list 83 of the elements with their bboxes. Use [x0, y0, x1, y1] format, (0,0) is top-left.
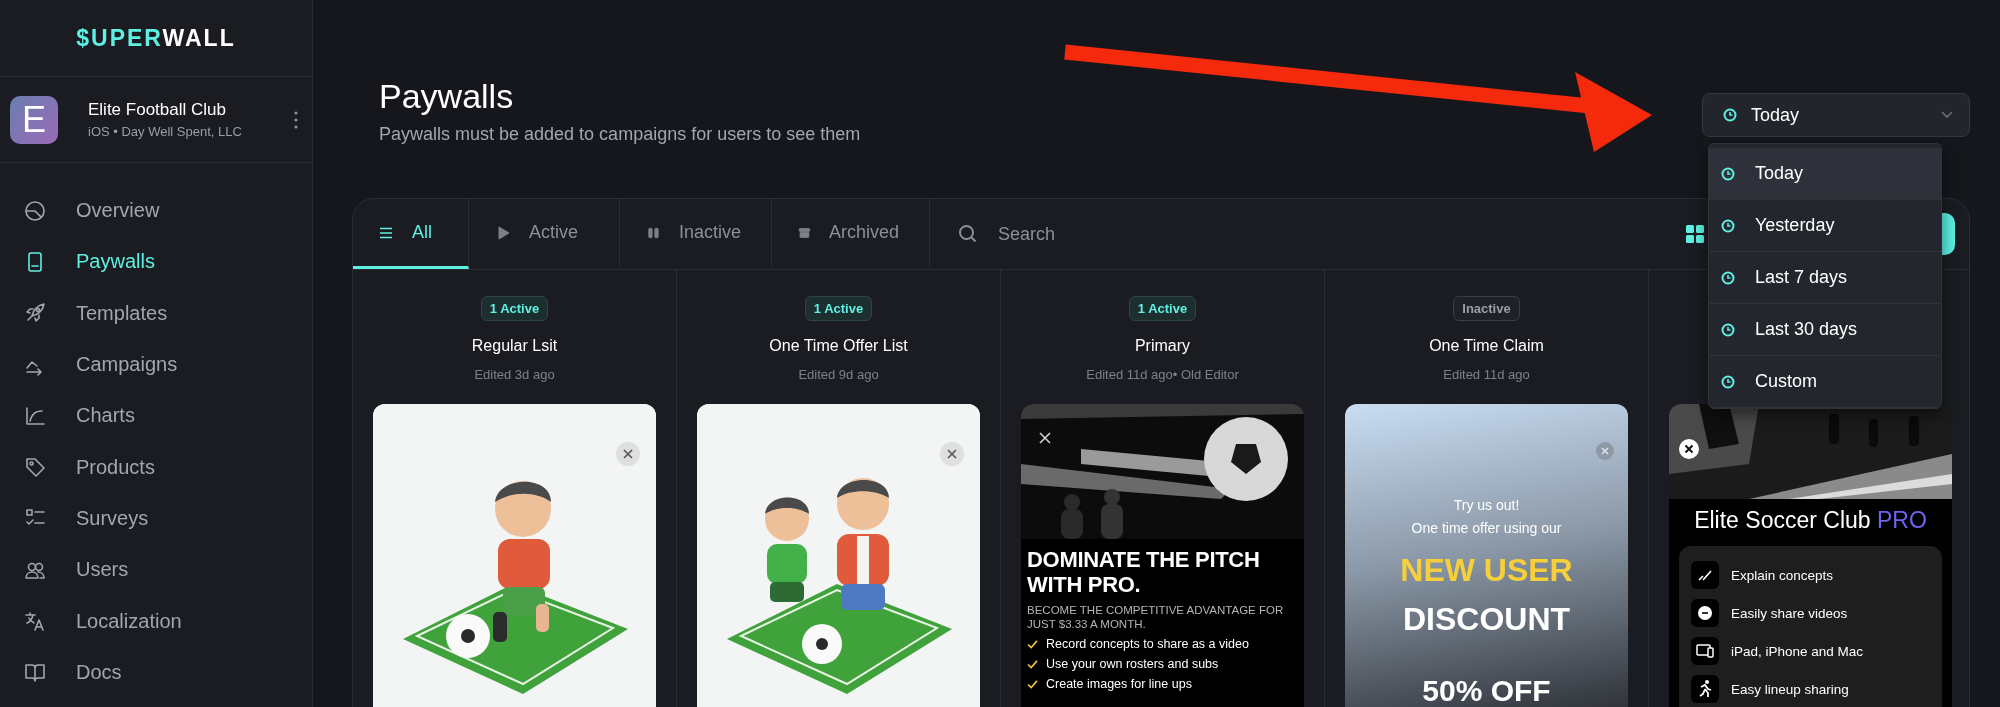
clock-icon: [1721, 322, 1735, 337]
paywall-preview[interactable]: Try us out! One time offer using our NEW USER DISCOUNT 50% OFF: [1345, 404, 1628, 707]
paywall-name[interactable]: Regular Lsit: [471, 337, 558, 355]
paywall-name[interactable]: Primary: [1134, 337, 1191, 355]
status-badge: 1 Active: [480, 296, 549, 321]
play-icon: [495, 224, 511, 241]
edited-time: Edited 11d ago• Old Editor: [1086, 367, 1239, 382]
sidebar-item[interactable]: Campaigns: [0, 338, 312, 391]
check-icon: [1027, 679, 1038, 689]
grid-view-icon[interactable]: [1685, 224, 1705, 244]
paywall-name[interactable]: One Time Claim: [1429, 337, 1544, 355]
clock-icon: [1721, 166, 1735, 181]
chevron-down-icon: [1941, 111, 1953, 119]
org-subtitle: iOS • Day Well Spent, LLC: [88, 124, 243, 139]
line-chart-icon: [24, 404, 46, 427]
check-icon: [1027, 639, 1038, 649]
paywall-title: Elite Soccer Club PRO: [1694, 507, 1927, 534]
close-icon[interactable]: [616, 442, 640, 466]
sidebar-item[interactable]: Templates: [0, 287, 312, 339]
clock-icon: [1721, 218, 1735, 233]
search-field[interactable]: Search: [996, 222, 1140, 246]
offer-highlight: NEW USER: [1400, 552, 1573, 589]
close-icon[interactable]: [1679, 439, 1699, 459]
book-icon: [24, 661, 46, 684]
logo: $UPERWALL: [76, 24, 236, 52]
sidebar-item[interactable]: Charts: [0, 390, 312, 442]
org-name: Elite Football Club: [88, 100, 227, 120]
filter-tab[interactable]: All: [353, 199, 469, 269]
promo-heading: DOMINATE THE PITCH WITH PRO.: [1027, 547, 1261, 597]
sidebar-item[interactable]: Surveys: [0, 492, 312, 545]
sidebar-item[interactable]: Users: [0, 544, 312, 596]
org-avatar: E: [10, 95, 58, 144]
paywall-preview[interactable]: Elite Soccer Club PRO Explain concepts Easily share videos iPad, iPhone and Mac Easy lineup sharing: [1669, 404, 1952, 707]
rocket-icon: [24, 302, 46, 325]
sidebar-item[interactable]: Localization: [0, 595, 312, 647]
filter-tab[interactable]: Archived: [772, 199, 930, 269]
filter-tab[interactable]: Inactive: [620, 199, 772, 269]
promo-subheading: BECOME THE COMPETITIVE ADVANTAGE FOR JUST $3.33 A MONTH.: [1027, 603, 1285, 631]
check-icon: [1027, 659, 1038, 669]
status-badge: Inactive: [1453, 296, 1520, 321]
status-badge: 1 Active: [804, 296, 873, 321]
menu-item[interactable]: Yesterday: [1709, 200, 1941, 252]
devices-icon: [1691, 637, 1719, 665]
edited-time: Edited 11d ago: [1443, 367, 1530, 382]
more-icon[interactable]: [294, 110, 298, 129]
menu-item[interactable]: Last 7 days: [1709, 252, 1941, 304]
offer-text: One time offer using our: [1411, 519, 1562, 538]
feature-text: Easy lineup sharing: [1731, 681, 1849, 697]
search-icon: [958, 224, 978, 244]
status-badge: 1 Active: [1128, 296, 1197, 321]
offer-headline: DISCOUNT: [1402, 601, 1571, 638]
page-title: Paywalls: [379, 76, 515, 116]
sidebar-item[interactable]: Products: [0, 441, 312, 493]
edited-time: Edited 9d ago: [798, 367, 879, 382]
date-range-select[interactable]: Today: [1702, 93, 1970, 137]
sidebar-item[interactable]: Paywalls: [0, 236, 312, 288]
menu-item[interactable]: Today: [1709, 148, 1941, 200]
paywall-preview[interactable]: DOMINATE THE PITCH WITH PRO. BECOME THE COMPETITIVE ADVANTAGE FOR JUST $3.33 A MONTH. Record concepts to share as a video Use your own rosters and subs Create images for line ups: [1021, 404, 1304, 707]
page-subtitle: Paywalls must be added to campaigns for users to see them: [379, 124, 861, 145]
close-icon[interactable]: [1039, 432, 1051, 444]
close-icon[interactable]: [940, 442, 964, 466]
pie-chart-icon: [24, 199, 46, 222]
feature-text: iPad, iPhone and Mac: [1731, 643, 1864, 659]
feature-text: Record concepts to share as a video: [1046, 637, 1249, 651]
feature-text: Easily share videos: [1731, 605, 1848, 621]
offer-deal: 50% OFF: [1422, 674, 1551, 707]
menu-item[interactable]: Custom: [1709, 356, 1941, 408]
runner-icon: [1691, 675, 1719, 703]
sidebar-item[interactable]: Overview: [0, 185, 312, 237]
translate-icon: [24, 610, 46, 632]
edited-time: Edited 3d ago: [474, 367, 555, 382]
tag-icon: [24, 456, 46, 479]
clock-icon: [1721, 374, 1735, 389]
feature-text: Explain concepts: [1731, 567, 1834, 583]
menu-item[interactable]: Last 30 days: [1709, 304, 1941, 356]
filter-tab[interactable]: Active: [469, 199, 620, 269]
clock-icon: [1723, 108, 1737, 122]
sidebar-item[interactable]: Docs: [0, 646, 312, 698]
feature-text: Use your own rosters and subs: [1046, 657, 1219, 671]
clock-icon: [1721, 270, 1735, 285]
paywall-name[interactable]: One Time Offer List: [769, 337, 908, 355]
offer-text: Try us out!: [1453, 496, 1520, 515]
feature-text: Create images for line ups: [1046, 677, 1192, 691]
